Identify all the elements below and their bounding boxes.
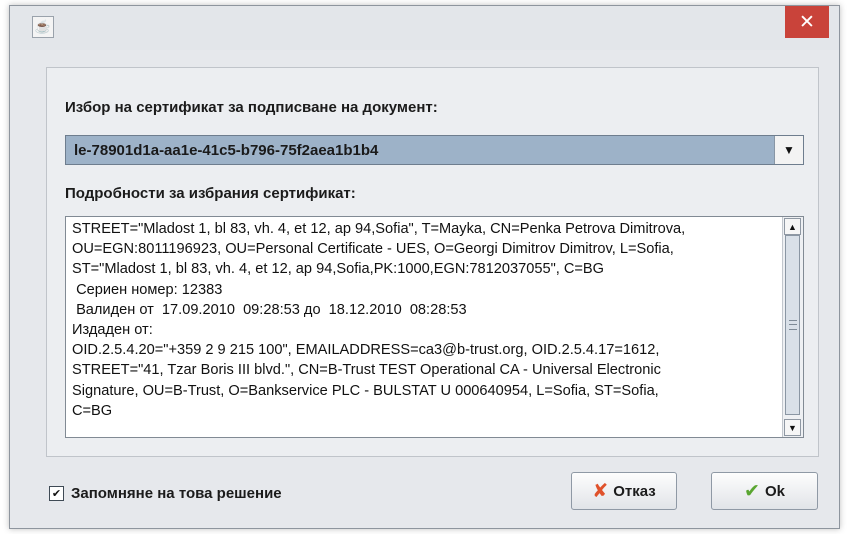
cancel-button[interactable]: ✘ Отказ: [571, 472, 677, 510]
remember-checkbox-label[interactable]: Запомняне на това решение: [71, 485, 282, 502]
cancel-button-label: Отказ: [613, 482, 656, 500]
certificate-dialog: ☕ ✕ Избор на сертификат за подписване на…: [9, 5, 840, 529]
remember-decision-row[interactable]: ✔ Запомняне на това решение: [49, 483, 282, 503]
ok-button[interactable]: ✔ Ok: [711, 472, 818, 510]
certificate-select-label: Избор на сертификат за подписване на док…: [65, 99, 438, 116]
title-bar[interactable]: ☕ ✕: [10, 6, 839, 50]
cross-icon: ✘: [592, 480, 609, 502]
certificate-combobox-value: le-78901d1a-aa1e-41c5-b796-75f2aea1b1b4: [74, 142, 379, 159]
close-icon: ✕: [799, 11, 815, 33]
certificate-details-textarea[interactable]: STREET="Mladost 1, bl 83, vh. 4, et 12, …: [65, 216, 804, 438]
remember-checkbox[interactable]: ✔: [49, 485, 64, 501]
certificate-panel: Избор на сертификат за подписване на док…: [46, 67, 819, 457]
certificate-details-label: Подробности за избрания сертификат:: [65, 185, 356, 202]
arrow-up-icon: ▲: [788, 221, 797, 232]
certificate-details-text: STREET="Mladost 1, bl 83, vh. 4, et 12, …: [72, 221, 686, 419]
close-button[interactable]: ✕: [785, 6, 829, 38]
scroll-thumb[interactable]: [785, 235, 800, 415]
dropdown-arrow-button[interactable]: ▼: [774, 136, 803, 164]
chevron-down-icon: ▼: [783, 143, 795, 157]
scroll-down-button[interactable]: ▼: [784, 419, 801, 436]
vertical-scrollbar[interactable]: ▲ ▼: [782, 217, 803, 437]
grip-icon: [789, 320, 797, 330]
arrow-down-icon: ▼: [788, 422, 797, 433]
certificate-combobox[interactable]: le-78901d1a-aa1e-41c5-b796-75f2aea1b1b4 …: [65, 135, 804, 165]
check-icon: ✔: [51, 486, 62, 500]
java-cup-icon: ☕: [32, 16, 54, 38]
checkmark-icon: ✔: [744, 480, 760, 502]
scroll-up-button[interactable]: ▲: [784, 218, 801, 235]
ok-button-label: Ok: [764, 482, 785, 500]
